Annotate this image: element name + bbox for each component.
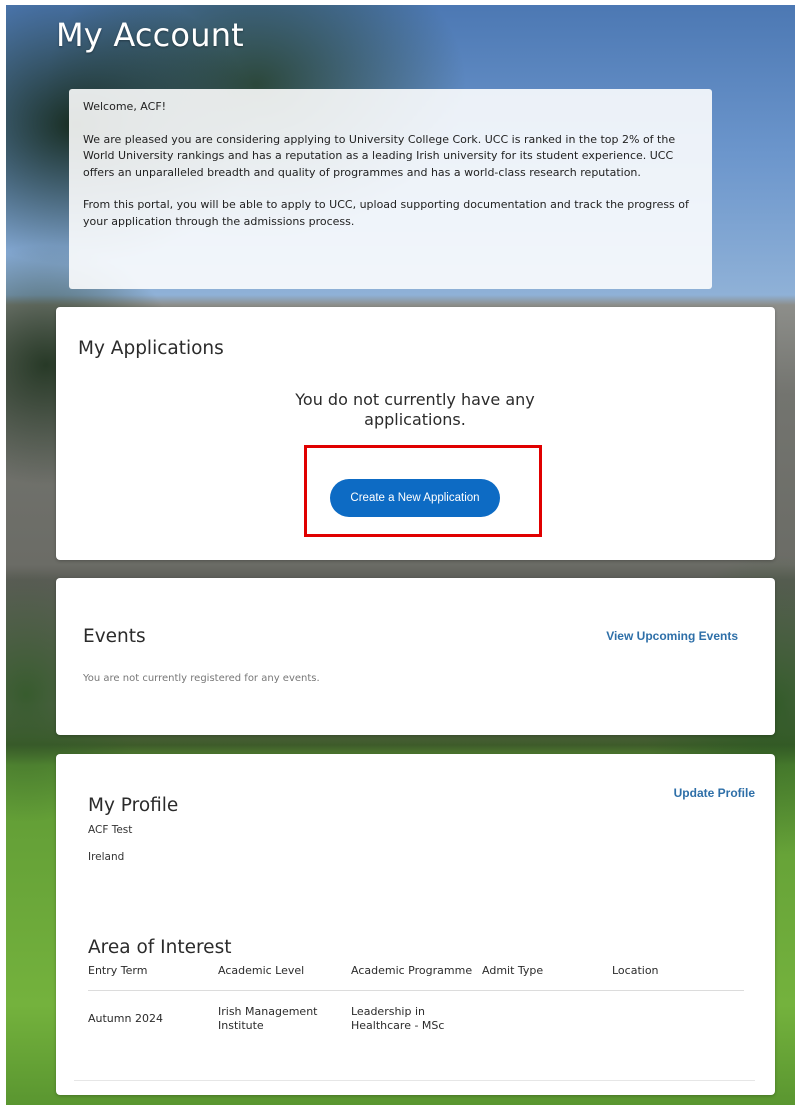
no-events-message: You are not currently registered for any…	[83, 673, 320, 684]
page-background: My Account Welcome, ACF! We are pleased …	[6, 5, 795, 1105]
column-header-entry-term: Entry Term	[88, 964, 218, 991]
column-header-admit-type: Admit Type	[482, 964, 612, 991]
cell-academic-level: Irish Management Institute	[218, 1005, 318, 1032]
events-heading: Events	[83, 626, 146, 647]
divider	[74, 1080, 755, 1081]
table-header-row: Entry Term Academic Level Academic Progr…	[88, 964, 744, 991]
update-profile-link[interactable]: Update Profile	[674, 786, 755, 800]
view-upcoming-events-link[interactable]: View Upcoming Events	[606, 629, 738, 643]
create-new-application-button[interactable]: Create a New Application	[330, 479, 500, 517]
welcome-greeting: Welcome, ACF!	[83, 100, 167, 113]
profile-name: ACF Test	[88, 824, 133, 836]
page-title: My Account	[56, 16, 244, 54]
column-header-location: Location	[612, 964, 744, 991]
table-row: Autumn 2024 Irish Management Institute L…	[88, 991, 744, 1048]
my-applications-card: My Applications You do not currently hav…	[56, 307, 775, 560]
events-card: Events View Upcoming Events You are not …	[56, 578, 775, 735]
area-of-interest-table: Entry Term Academic Level Academic Progr…	[88, 964, 744, 1047]
cell-entry-term: Autumn 2024	[88, 1012, 163, 1025]
cell-location	[612, 991, 744, 1048]
welcome-paragraph-intro: We are pleased you are considering apply…	[83, 132, 676, 179]
my-profile-card: Update Profile My Profile ACF Test Irela…	[56, 754, 775, 1095]
my-profile-heading: My Profile	[88, 795, 179, 816]
welcome-paragraph-portal: From this portal, you will be able to ap…	[83, 198, 689, 228]
cell-admit-type	[482, 991, 612, 1048]
no-applications-message: You do not currently have any applicatio…	[295, 390, 535, 429]
cell-academic-programme: Leadership in Healthcare - MSc	[351, 1005, 445, 1032]
area-of-interest-heading: Area of Interest	[88, 937, 232, 958]
my-applications-heading: My Applications	[78, 338, 224, 359]
column-header-academic-programme: Academic Programme	[351, 964, 482, 991]
column-header-academic-level: Academic Level	[218, 964, 351, 991]
welcome-panel: Welcome, ACF! We are pleased you are con…	[69, 89, 712, 289]
profile-country: Ireland	[88, 851, 125, 863]
